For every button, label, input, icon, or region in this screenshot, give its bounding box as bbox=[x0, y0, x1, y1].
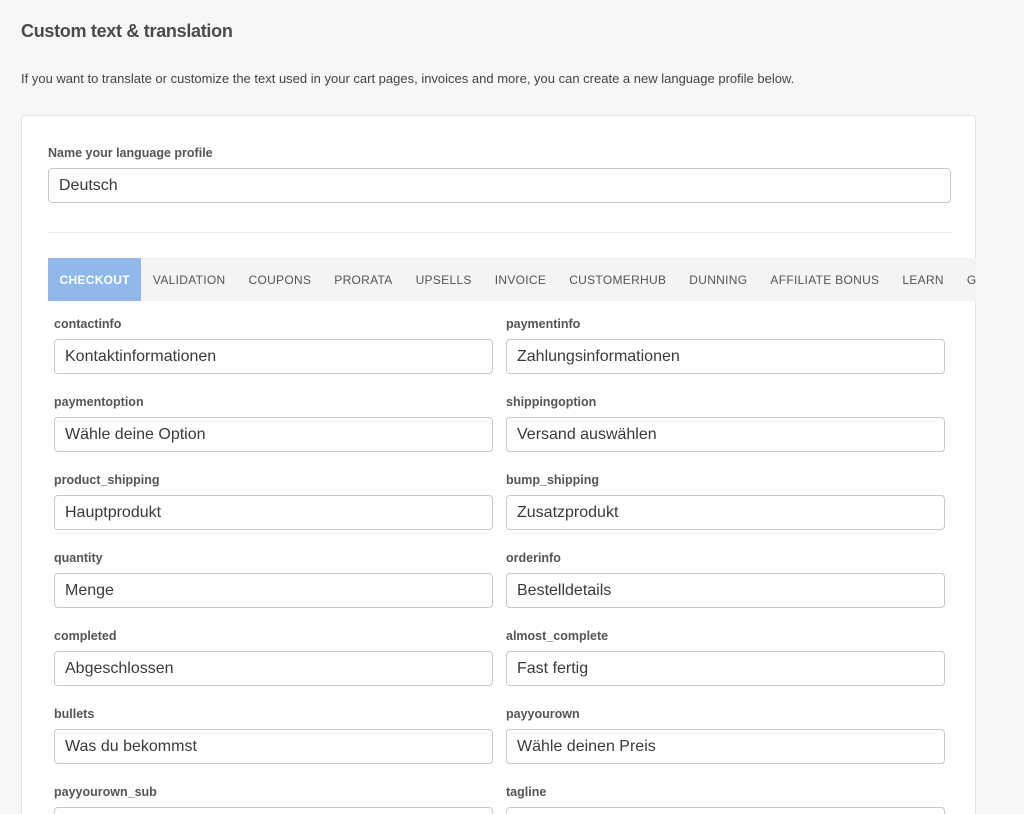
field-label: completed bbox=[54, 629, 117, 643]
field-quantity: quantity bbox=[54, 551, 493, 608]
page-description: If you want to translate or customize th… bbox=[21, 71, 795, 86]
field-input[interactable] bbox=[54, 729, 493, 764]
field-shippingoption: shippingoption bbox=[506, 395, 945, 452]
tab-dunning[interactable]: DUNNING bbox=[678, 258, 759, 301]
profile-name-input[interactable] bbox=[48, 168, 951, 203]
field-label: bump_shipping bbox=[506, 473, 600, 487]
field-label: quantity bbox=[54, 551, 103, 565]
field-payyourown: payyourown bbox=[506, 707, 945, 764]
page-title: Custom text & translation bbox=[21, 21, 233, 41]
field-input[interactable] bbox=[506, 573, 945, 608]
field-label: product_shipping bbox=[54, 473, 160, 487]
field-input[interactable] bbox=[54, 651, 493, 686]
tab-general[interactable]: GENERAL bbox=[955, 258, 976, 301]
tab-validation[interactable]: VALIDATION bbox=[141, 258, 237, 301]
field-input[interactable] bbox=[54, 495, 493, 530]
field-label: paymentoption bbox=[54, 395, 144, 409]
field-completed: completed bbox=[54, 629, 493, 686]
field-label: bullets bbox=[54, 707, 95, 721]
tab-invoice[interactable]: INVOICE bbox=[483, 258, 557, 301]
field-input[interactable] bbox=[506, 651, 945, 686]
field-bump-shipping: bump_shipping bbox=[506, 473, 945, 530]
tab-prorata[interactable]: PRORATA bbox=[323, 258, 404, 301]
field-label: payyourown_sub bbox=[54, 785, 157, 799]
field-input[interactable] bbox=[54, 339, 493, 374]
field-bullets: bullets bbox=[54, 707, 493, 764]
tab-affiliate-bonus[interactable]: AFFILIATE BONUS bbox=[759, 258, 891, 301]
field-almost-complete: almost_complete bbox=[506, 629, 945, 686]
field-input[interactable] bbox=[506, 807, 945, 814]
field-orderinfo: orderinfo bbox=[506, 551, 945, 608]
field-product-shipping: product_shipping bbox=[54, 473, 493, 530]
field-label: almost_complete bbox=[506, 629, 609, 643]
field-input[interactable] bbox=[54, 807, 493, 814]
field-paymentinfo: paymentinfo bbox=[506, 317, 945, 374]
field-input[interactable] bbox=[54, 417, 493, 452]
field-paymentoption: paymentoption bbox=[54, 395, 493, 452]
tab-upsells[interactable]: UPSELLS bbox=[404, 258, 483, 301]
tab-checkout[interactable]: CHECKOUT bbox=[48, 258, 142, 301]
field-label: tagline bbox=[506, 785, 547, 799]
field-input[interactable] bbox=[506, 729, 945, 764]
field-label: payyourown bbox=[506, 707, 580, 721]
field-label: shippingoption bbox=[506, 395, 597, 409]
tab-learn[interactable]: LEARN bbox=[891, 258, 956, 301]
field-label: contactinfo bbox=[54, 317, 122, 331]
field-label: orderinfo bbox=[506, 551, 561, 565]
tab-customerhub[interactable]: CUSTOMERHUB bbox=[558, 258, 678, 301]
field-input[interactable] bbox=[506, 495, 945, 530]
field-input[interactable] bbox=[506, 417, 945, 452]
tab-coupons[interactable]: COUPONS bbox=[237, 258, 323, 301]
field-input[interactable] bbox=[506, 339, 945, 374]
field-payyourown-sub: payyourown_sub bbox=[54, 785, 493, 814]
profile-name-label: Name your language profile bbox=[48, 146, 213, 160]
field-label: paymentinfo bbox=[506, 317, 581, 331]
field-contactinfo: contactinfo bbox=[54, 317, 493, 374]
tab-bar: CHECKOUT VALIDATION COUPONS PRORATA UPSE… bbox=[48, 258, 976, 301]
field-input[interactable] bbox=[54, 573, 493, 608]
language-profile-card: Name your language profile CHECKOUT VALI… bbox=[21, 115, 976, 814]
divider bbox=[48, 232, 951, 233]
field-tagline: tagline bbox=[506, 785, 945, 814]
